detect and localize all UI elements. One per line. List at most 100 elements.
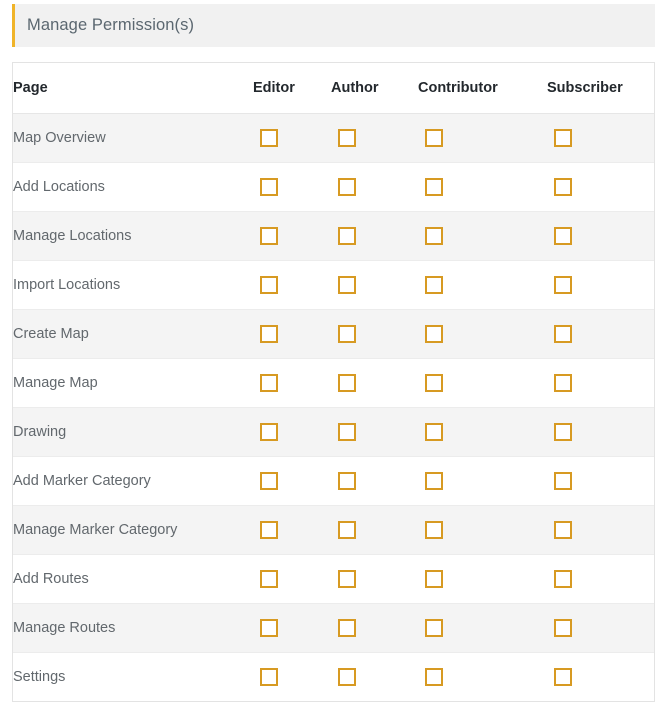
cell-contributor (418, 652, 547, 701)
table-row: Import Locations (13, 260, 654, 310)
permission-checkbox-author[interactable] (338, 668, 356, 686)
table-body: Map Overview Add Locations Manage Location… (13, 113, 654, 701)
row-page-label: Manage Routes (13, 603, 253, 653)
permission-checkbox-author[interactable] (338, 325, 356, 343)
cell-author (331, 603, 418, 653)
cell-author (331, 505, 418, 555)
permission-checkbox-author[interactable] (338, 129, 356, 147)
permission-checkbox-editor[interactable] (260, 570, 278, 588)
cell-contributor (418, 456, 547, 506)
table-header: Page Editor Author Contributor Subscribe… (13, 63, 654, 114)
permission-checkbox-editor[interactable] (260, 423, 278, 441)
cell-contributor (418, 554, 547, 604)
cell-contributor (418, 113, 547, 163)
cell-editor (253, 113, 331, 163)
permission-checkbox-editor[interactable] (260, 325, 278, 343)
permission-checkbox-subscriber[interactable] (554, 423, 572, 441)
permission-checkbox-subscriber[interactable] (554, 668, 572, 686)
permissions-page: Manage Permission(s) Page Editor Author … (0, 0, 668, 720)
permission-checkbox-contributor[interactable] (425, 472, 443, 490)
permission-checkbox-editor[interactable] (260, 276, 278, 294)
permission-checkbox-editor[interactable] (260, 472, 278, 490)
table-row: Manage Marker Category (13, 505, 654, 555)
permission-checkbox-author[interactable] (338, 178, 356, 196)
permission-checkbox-editor[interactable] (260, 668, 278, 686)
cell-editor (253, 162, 331, 212)
table-row: Drawing (13, 407, 654, 457)
permission-checkbox-contributor[interactable] (425, 619, 443, 637)
cell-author (331, 358, 418, 408)
permission-checkbox-editor[interactable] (260, 521, 278, 539)
permission-checkbox-contributor[interactable] (425, 325, 443, 343)
column-header-subscriber: Subscriber (547, 63, 654, 114)
permission-checkbox-subscriber[interactable] (554, 521, 572, 539)
table-row: Map Overview (13, 113, 654, 163)
permission-checkbox-contributor[interactable] (425, 276, 443, 294)
permission-checkbox-subscriber[interactable] (554, 276, 572, 294)
permission-checkbox-subscriber[interactable] (554, 619, 572, 637)
cell-subscriber (547, 113, 654, 163)
permission-checkbox-contributor[interactable] (425, 570, 443, 588)
permission-checkbox-contributor[interactable] (425, 423, 443, 441)
permission-checkbox-contributor[interactable] (425, 374, 443, 392)
row-page-label: Manage Map (13, 358, 253, 408)
cell-contributor (418, 603, 547, 653)
permission-checkbox-author[interactable] (338, 374, 356, 392)
permission-checkbox-editor[interactable] (260, 227, 278, 245)
cell-contributor (418, 260, 547, 310)
cell-editor (253, 505, 331, 555)
permission-checkbox-contributor[interactable] (425, 668, 443, 686)
cell-subscriber (547, 603, 654, 653)
cell-editor (253, 456, 331, 506)
permission-checkbox-contributor[interactable] (425, 129, 443, 147)
permission-checkbox-author[interactable] (338, 619, 356, 637)
permission-checkbox-contributor[interactable] (425, 227, 443, 245)
permission-checkbox-subscriber[interactable] (554, 227, 572, 245)
permission-checkbox-author[interactable] (338, 423, 356, 441)
permission-checkbox-subscriber[interactable] (554, 129, 572, 147)
row-page-label: Map Overview (13, 113, 253, 163)
cell-author (331, 211, 418, 261)
cell-editor (253, 211, 331, 261)
cell-author (331, 260, 418, 310)
accent-bar (12, 4, 15, 47)
cell-subscriber (547, 652, 654, 701)
permissions-table: Page Editor Author Contributor Subscribe… (13, 63, 654, 701)
permission-checkbox-author[interactable] (338, 521, 356, 539)
table-row: Add Routes (13, 554, 654, 604)
permission-checkbox-contributor[interactable] (425, 521, 443, 539)
cell-subscriber (547, 162, 654, 212)
table-row: Manage Locations (13, 211, 654, 261)
cell-author (331, 113, 418, 163)
permission-checkbox-author[interactable] (338, 227, 356, 245)
permission-checkbox-subscriber[interactable] (554, 570, 572, 588)
permission-checkbox-author[interactable] (338, 276, 356, 294)
permission-checkbox-editor[interactable] (260, 129, 278, 147)
column-header-editor: Editor (253, 63, 331, 114)
permission-checkbox-subscriber[interactable] (554, 325, 572, 343)
cell-author (331, 162, 418, 212)
permission-checkbox-author[interactable] (338, 570, 356, 588)
cell-author (331, 652, 418, 701)
cell-subscriber (547, 309, 654, 359)
permission-checkbox-subscriber[interactable] (554, 178, 572, 196)
cell-editor (253, 407, 331, 457)
permission-checkbox-subscriber[interactable] (554, 472, 572, 490)
row-page-label: Create Map (13, 309, 253, 359)
row-page-label: Settings (13, 652, 253, 701)
cell-editor (253, 603, 331, 653)
cell-subscriber (547, 407, 654, 457)
permission-checkbox-editor[interactable] (260, 178, 278, 196)
row-page-label: Import Locations (13, 260, 253, 310)
cell-subscriber (547, 260, 654, 310)
cell-subscriber (547, 358, 654, 408)
permission-checkbox-editor[interactable] (260, 374, 278, 392)
row-page-label: Manage Locations (13, 211, 253, 261)
permission-checkbox-contributor[interactable] (425, 178, 443, 196)
permission-checkbox-editor[interactable] (260, 619, 278, 637)
row-page-label: Drawing (13, 407, 253, 457)
table-row: Add Locations (13, 162, 654, 212)
permission-checkbox-author[interactable] (338, 472, 356, 490)
table-row: Settings (13, 652, 654, 701)
permission-checkbox-subscriber[interactable] (554, 374, 572, 392)
